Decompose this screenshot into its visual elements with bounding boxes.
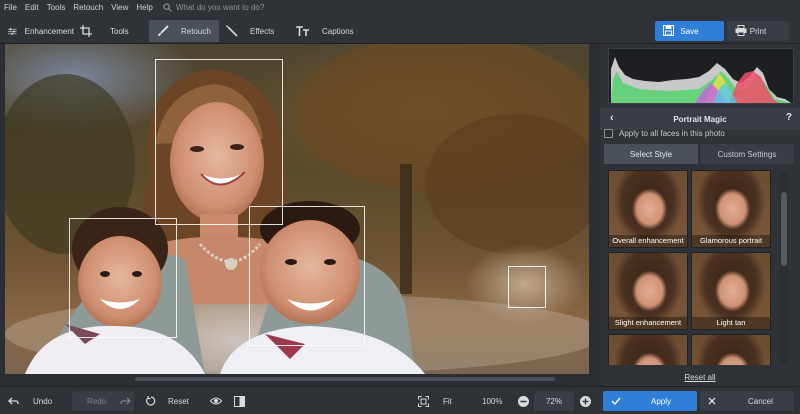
zoom-level-field[interactable]: 72% [534, 391, 574, 411]
print-label: Print [749, 26, 767, 36]
tab-effects[interactable]: Effects [226, 20, 286, 42]
panel-header: ‹ Portrait Magic ? [600, 108, 800, 130]
style-slight-enhancement[interactable]: Slight enhancement [608, 252, 688, 330]
face-detection-box-child-left[interactable] [69, 218, 177, 338]
tab-captions-label: Captions [322, 26, 354, 36]
face-detection-box-child-right[interactable] [249, 206, 365, 346]
reset-button[interactable]: Reset [146, 391, 202, 411]
fit-screen-icon [418, 395, 429, 407]
style-thumbnail-6[interactable] [691, 334, 771, 365]
reset-icon [146, 396, 156, 406]
style-grid: Overall enhancement Glamorous portrait S… [608, 170, 780, 365]
sliders-icon [8, 27, 17, 35]
tab-enhancement[interactable]: Enhancement [8, 20, 74, 42]
tab-tools[interactable]: Tools [80, 20, 140, 42]
floppy-icon [663, 25, 674, 36]
tab-select-style[interactable]: Select Style [604, 144, 698, 164]
search-placeholder: What do you want to do? [175, 2, 265, 12]
tab-custom-settings[interactable]: Custom Settings [700, 144, 794, 164]
plus-circle-icon [580, 395, 591, 407]
fit-button[interactable]: Fit [418, 391, 478, 411]
tab-captions[interactable]: Captions [296, 20, 356, 42]
face-detection-box-background[interactable] [508, 266, 546, 308]
style-glamorous-portrait[interactable]: Glamorous portrait [691, 170, 771, 248]
cancel-label: Cancel [748, 396, 773, 406]
apply-label: Apply [651, 396, 672, 406]
minus-circle-icon [518, 395, 529, 407]
style-caption: Overall enhancement [609, 235, 687, 247]
redo-label: Redo [87, 396, 107, 406]
reset-all-link[interactable]: Reset all [600, 373, 800, 382]
style-caption: Light tan [692, 317, 770, 329]
fit-label: Fit [443, 396, 452, 406]
style-scroll-thumb[interactable] [781, 192, 787, 266]
menu-file[interactable]: File [4, 3, 17, 12]
tab-retouch[interactable]: Retouch [149, 20, 219, 42]
zoom-in-button[interactable] [580, 391, 592, 411]
close-icon [708, 397, 716, 405]
menu-view[interactable]: View [111, 3, 128, 12]
apply-button[interactable]: Apply [603, 391, 697, 411]
style-grid-scrollbar[interactable] [780, 172, 788, 364]
bottom-bar: Undo Redo Reset Fit 100% 72% Apply Cance… [0, 386, 800, 414]
style-thumbnail-5[interactable] [608, 334, 688, 365]
style-overall-enhancement[interactable]: Overall enhancement [608, 170, 688, 248]
text-icon [296, 25, 309, 36]
menu-retouch[interactable]: Retouch [73, 3, 103, 12]
panel-title: Portrait Magic [673, 114, 727, 124]
print-button[interactable]: Print [727, 21, 789, 41]
undo-button[interactable]: Undo [8, 391, 68, 411]
style-caption: Glamorous portrait [692, 235, 770, 247]
crop-icon [80, 25, 92, 37]
tab-tools-label: Tools [110, 26, 129, 36]
main-toolbar: Enhancement Tools Retouch Effects Captio… [0, 14, 800, 44]
portrait-magic-panel: ‹ Portrait Magic ? Apply to all faces in… [600, 44, 800, 386]
menu-bar: File Edit Tools Retouch View Help What d… [0, 0, 800, 14]
zoom-level-value: 72% [545, 396, 562, 406]
search-icon [163, 2, 172, 12]
face-detection-box-mother[interactable] [155, 59, 283, 225]
printer-icon [735, 25, 747, 36]
check-icon [611, 397, 621, 405]
canvas-horizontal-scrollbar[interactable] [5, 376, 589, 382]
scroll-thumb[interactable] [135, 377, 555, 381]
undo-icon [8, 397, 19, 404]
redo-button[interactable]: Redo [72, 391, 134, 411]
style-light-tan[interactable]: Light tan [691, 252, 771, 330]
menu-help[interactable]: Help [136, 3, 152, 12]
histogram-graph [611, 57, 791, 103]
brush-icon [158, 25, 169, 36]
reset-label: Reset [168, 396, 189, 406]
menu-tools[interactable]: Tools [47, 3, 66, 12]
magic-wand-icon [226, 25, 238, 37]
histogram [608, 48, 794, 104]
tab-retouch-label: Retouch [181, 26, 211, 36]
undo-label: Undo [33, 396, 53, 406]
photo-canvas[interactable] [5, 44, 589, 374]
menu-edit[interactable]: Edit [25, 3, 39, 12]
save-button[interactable]: Save [655, 21, 724, 41]
tab-effects-label: Effects [250, 26, 275, 36]
compare-icon [234, 395, 245, 407]
zoom-100-label: 100% [482, 396, 503, 406]
canvas-vertical-scrollbar[interactable] [589, 44, 596, 374]
tab-enhancement-label: Enhancement [24, 26, 74, 36]
redo-icon [120, 397, 132, 404]
apply-all-faces-label: Apply to all faces in this photo [619, 129, 725, 138]
cancel-button[interactable]: Cancel [700, 391, 794, 411]
apply-all-faces-option[interactable]: Apply to all faces in this photo [604, 129, 725, 138]
zoom-100-button[interactable]: 100% [482, 391, 508, 411]
style-caption: Slight enhancement [609, 317, 687, 329]
save-label: Save [680, 26, 699, 36]
back-arrow-icon[interactable]: ‹ [610, 112, 614, 124]
compare-toggle[interactable] [234, 391, 248, 411]
zoom-out-button[interactable] [518, 391, 530, 411]
apply-all-faces-checkbox[interactable] [604, 129, 613, 138]
eye-icon [210, 397, 222, 405]
preview-toggle[interactable] [210, 391, 224, 411]
search-box[interactable]: What do you want to do? [163, 2, 265, 12]
help-icon[interactable]: ? [786, 112, 792, 123]
